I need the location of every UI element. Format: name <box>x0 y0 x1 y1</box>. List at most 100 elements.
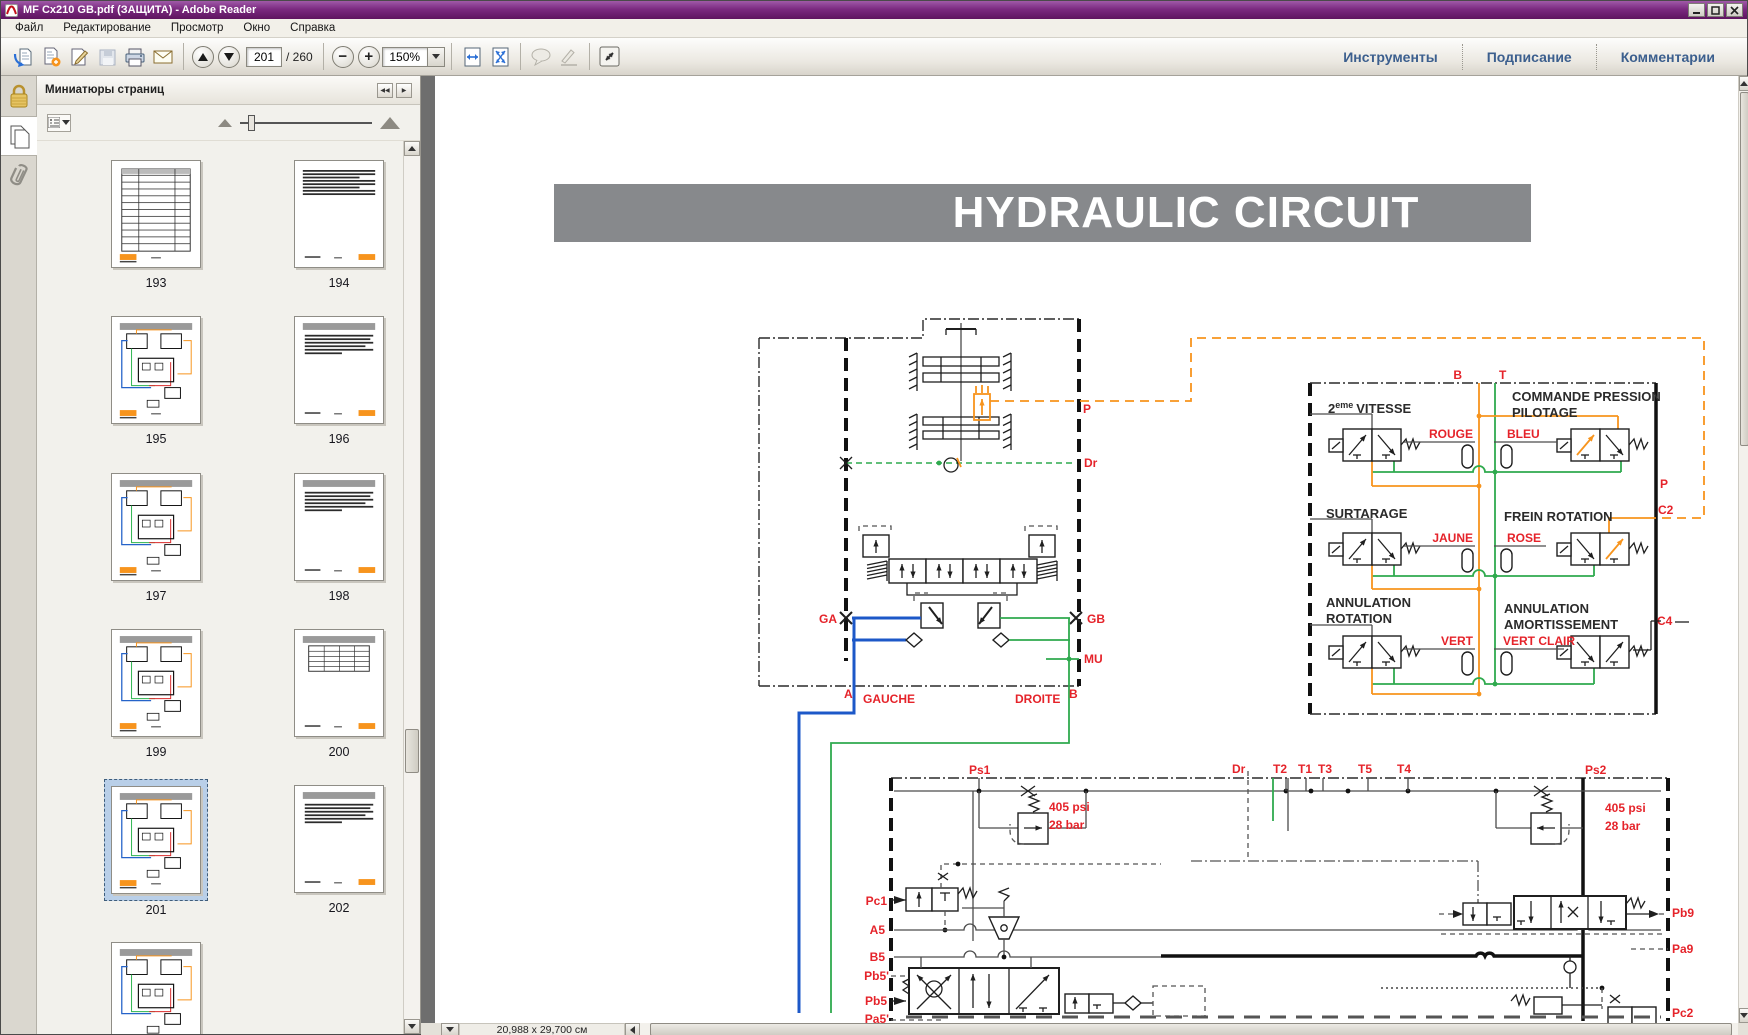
attachments-paperclip-icon[interactable] <box>1 156 37 196</box>
close-button[interactable] <box>1726 3 1743 17</box>
thumbnails-panel: Миниатюры страниц ◀◀ ▶ 193 194 195 196 197 19… <box>37 76 421 1034</box>
label-mu: MU <box>1084 652 1103 666</box>
thumbnail-page-199[interactable]: 199 <box>104 623 208 759</box>
label-pb5: Pb5 <box>865 994 887 1008</box>
thumbnail-page-label: 195 <box>104 432 208 446</box>
label-psi2: 405 psi <box>1605 801 1646 815</box>
label-t1: T1 <box>1298 762 1312 776</box>
label-lower-dr: Dr <box>1232 762 1246 776</box>
thumbnail-size-slider[interactable] <box>240 122 372 124</box>
panel-close-button[interactable]: ▶ <box>396 83 412 98</box>
navigation-strip <box>1 76 37 1034</box>
thumbnail-page-label: 194 <box>287 276 391 290</box>
panel-title: Миниатюры страниц <box>45 84 164 96</box>
page-thumbnails-tab[interactable] <box>1 116 37 156</box>
sign-button[interactable] <box>555 42 583 72</box>
thumbnail-page-203[interactable]: 203 <box>104 936 208 1034</box>
horizontal-scrollbar-thumb[interactable] <box>650 1023 1732 1035</box>
panel-scroll-down-button[interactable] <box>404 1019 420 1034</box>
label-droite: DROITE <box>1015 692 1060 706</box>
thumbnail-page-194[interactable]: 194 <box>287 154 391 290</box>
tools-button[interactable]: Инструменты <box>1319 44 1462 70</box>
edit-button[interactable] <box>65 42 93 72</box>
sign-panel-button[interactable]: Подписание <box>1463 44 1596 70</box>
panel-scrollbar[interactable] <box>403 141 420 1034</box>
thumbnail-page-201[interactable]: 201 <box>104 779 208 917</box>
label-annulation-2: ANNULATION <box>1504 601 1589 616</box>
label-rouge: ROUGE <box>1429 427 1473 441</box>
thumbnail-page-200[interactable]: 200 <box>287 623 391 759</box>
hydraulic-circuit-diagram: HYDRAULIC CIRCUITPDrGAGBMUABGAUCHEDROITE… <box>435 76 1738 1023</box>
minimize-button[interactable] <box>1688 3 1705 17</box>
label-p: P <box>1083 402 1091 416</box>
save-button[interactable] <box>93 42 121 72</box>
large-thumbnails-icon <box>380 117 400 129</box>
zoom-level-value[interactable]: 150% <box>382 47 428 67</box>
zoom-in-button[interactable]: + <box>358 46 380 68</box>
scroll-up-button[interactable] <box>1739 76 1748 91</box>
label-jaune: JAUNE <box>1432 531 1473 545</box>
label-gauche: GAUCHE <box>863 692 915 706</box>
scroll-down-button[interactable] <box>1739 1008 1748 1023</box>
label-ga: GA <box>819 612 837 626</box>
menu-file[interactable]: Файл <box>5 20 53 36</box>
panel-options-collapse-button[interactable]: ◀◀ <box>377 83 393 98</box>
maximize-button[interactable] <box>1707 3 1724 17</box>
zoom-dropdown-button[interactable] <box>428 47 445 67</box>
thumbnail-page-196[interactable]: 196 <box>287 310 391 446</box>
fit-page-button[interactable] <box>486 42 514 72</box>
email-button[interactable] <box>149 42 177 72</box>
horizontal-scrollbar-row: 20,988 x 29,700 см <box>421 1023 1738 1035</box>
previous-page-button[interactable] <box>192 46 214 68</box>
label-ps1: Ps1 <box>969 763 991 777</box>
security-lock-icon[interactable] <box>1 76 37 116</box>
scrollbar-corner <box>1738 1023 1748 1035</box>
label-bleu: BLEU <box>1507 427 1540 441</box>
thumbnail-page-label: 200 <box>287 745 391 759</box>
menu-edit[interactable]: Редактирование <box>53 20 161 36</box>
slider-thumb[interactable] <box>248 115 255 131</box>
fit-width-button[interactable] <box>458 42 486 72</box>
label-pc1: Pc1 <box>866 894 888 908</box>
comments-panel-button[interactable]: Комментарии <box>1597 44 1739 70</box>
label-b: B <box>1069 687 1078 701</box>
print-button[interactable] <box>121 42 149 72</box>
page-number-input[interactable] <box>246 47 282 67</box>
horizontal-scrollbar-track[interactable] <box>640 1023 1738 1035</box>
label-frein: FREIN ROTATION <box>1504 509 1613 524</box>
vertical-scrollbar[interactable] <box>1738 76 1748 1023</box>
thumbnail-page-label: 193 <box>104 276 208 290</box>
label-pilot-b: B <box>1453 368 1462 382</box>
thumbnail-page-label: 202 <box>287 901 391 915</box>
thumbnail-page-198[interactable]: 198 <box>287 467 391 603</box>
document-background-strip <box>421 76 435 1023</box>
menu-view[interactable]: Просмотр <box>161 20 234 36</box>
menu-window[interactable]: Окно <box>233 20 280 36</box>
next-page-button[interactable] <box>218 46 240 68</box>
thumbnail-options-button[interactable] <box>47 114 71 132</box>
label-c2: C2 <box>1658 503 1674 517</box>
label-bar2: 28 bar <box>1605 819 1641 833</box>
convert-button[interactable] <box>37 42 65 72</box>
label-pc2: Pc2 <box>1672 1006 1694 1020</box>
document-page-view[interactable]: HYDRAULIC CIRCUITPDrGAGBMUABGAUCHEDROITE… <box>435 76 1738 1023</box>
panel-scroll-up-button[interactable] <box>404 141 420 156</box>
page-banner-title: HYDRAULIC CIRCUIT <box>953 188 1420 237</box>
thumbnail-page-197[interactable]: 197 <box>104 467 208 603</box>
vertical-scrollbar-thumb[interactable] <box>1740 92 1748 446</box>
open-button[interactable] <box>9 42 37 72</box>
fullscreen-button[interactable] <box>596 42 624 72</box>
panel-scrollbar-thumb[interactable] <box>405 729 419 773</box>
thumbnail-size-slider-zone <box>218 117 400 129</box>
scroll-left-button[interactable] <box>625 1023 640 1035</box>
scroll-option-button[interactable] <box>441 1023 459 1035</box>
zoom-out-button[interactable]: − <box>332 46 354 68</box>
thumbnail-page-193[interactable]: 193 <box>104 154 208 290</box>
thumbnail-page-195[interactable]: 195 <box>104 310 208 446</box>
label-rose: ROSE <box>1507 531 1541 545</box>
thumbnail-page-202[interactable]: 202 <box>287 779 391 915</box>
comment-button[interactable] <box>527 42 555 72</box>
label-pa9: Pa9 <box>1672 942 1694 956</box>
menu-help[interactable]: Справка <box>280 20 345 36</box>
label-vert: VERT <box>1441 634 1474 648</box>
